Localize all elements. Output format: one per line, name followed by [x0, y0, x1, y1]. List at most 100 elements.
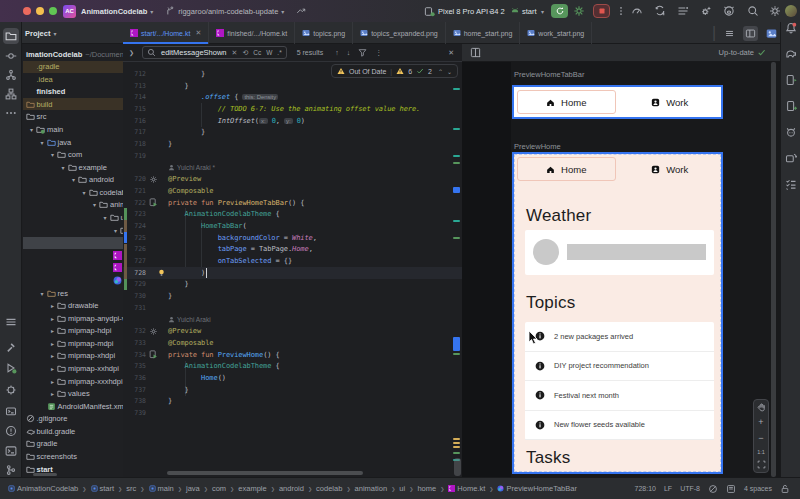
editor-tab[interactable]: home_start.png — [446, 22, 521, 44]
breadcrumb-item[interactable]: java — [186, 484, 200, 493]
search-everywhere-icon[interactable] — [747, 5, 759, 17]
tree-item-finished[interactable]: finished — [23, 86, 123, 98]
tree-item-example[interactable]: ▾example — [62, 161, 124, 173]
tree-item-src[interactable]: src — [23, 111, 123, 123]
structure-list-tool-icon[interactable] — [783, 176, 799, 192]
breadcrumb-item[interactable]: android — [279, 484, 304, 493]
pull-requests-tool-icon[interactable] — [3, 67, 19, 83]
next-issue-icon[interactable]: ⌄ — [447, 68, 452, 75]
preview-mode-icon[interactable] — [470, 47, 481, 58]
editor-tab[interactable]: topics_expanded.png — [353, 22, 446, 44]
preview-settings-gutter-icon[interactable] — [149, 175, 158, 184]
tree-item-main[interactable]: ▾main — [30, 123, 123, 135]
zoom-in-icon[interactable]: + — [758, 417, 763, 427]
settings-icon[interactable] — [769, 5, 781, 17]
close-tab-icon[interactable]: ✕ — [195, 29, 201, 37]
preview-zoom-controls[interactable]: + − 1:1 — [753, 399, 769, 473]
maximize-window-button[interactable] — [49, 7, 57, 15]
minimize-window-button[interactable] — [36, 7, 44, 15]
logcat-tool-icon[interactable] — [3, 403, 19, 419]
tree-item[interactable] — [107, 262, 123, 274]
search-history-icon[interactable]: ⟲ — [242, 49, 248, 57]
project-tool-icon[interactable] — [3, 28, 19, 44]
editor-vertical-scrollbar[interactable] — [454, 458, 461, 476]
line-ending[interactable]: LF — [664, 485, 672, 492]
tree-item--gradle[interactable]: .gradle — [23, 61, 123, 73]
next-match-icon[interactable]: ↓ — [347, 49, 351, 56]
notifications-icon[interactable] — [783, 20, 799, 36]
tree-item-home[interactable]: ▾home — [114, 224, 123, 236]
filter-icon[interactable] — [358, 48, 367, 57]
breadcrumb-item[interactable]: src — [126, 484, 136, 493]
tree-item-build[interactable]: build — [23, 98, 123, 110]
zoom-reset[interactable]: 1:1 — [757, 449, 765, 455]
tree-item-res[interactable]: ▾res — [41, 287, 124, 299]
tree-item-mipmap-xhdpi[interactable]: ▸mipmap-xhdpi — [51, 350, 123, 362]
breadcrumb-item[interactable]: AnimationCodelab — [8, 484, 78, 493]
apply-changes-button[interactable] — [573, 5, 585, 17]
structure-tool-icon[interactable] — [3, 86, 19, 102]
run-preview-gutter-icon[interactable] — [149, 198, 158, 207]
tree-item[interactable] — [107, 249, 123, 261]
rerun-button[interactable] — [551, 4, 568, 18]
gradle-tool-icon[interactable] — [783, 46, 799, 62]
breadcrumb-item[interactable]: main — [149, 484, 174, 493]
project-panel-header[interactable]: Project▾ — [25, 22, 56, 44]
logcat-icon[interactable] — [677, 5, 689, 17]
breadcrumb-item[interactable]: codelab — [316, 484, 342, 493]
tree-item-mipmap-mdpi[interactable]: ▸mipmap-mdpi — [51, 337, 123, 349]
fit-to-screen-icon[interactable] — [757, 460, 766, 469]
code-editor[interactable]: ❯ editMessageShown ✕ ⟲ Cc W .* 5 results… — [123, 44, 462, 477]
tree-item--gitignore[interactable]: .gitignore — [23, 413, 123, 425]
topic-row[interactable]: 2 new packages arrived — [525, 322, 714, 352]
caret-position[interactable]: 728:10 — [635, 485, 656, 492]
topic-row[interactable]: DIY project recommendation — [525, 352, 714, 382]
inspection-widget[interactable]: Out Of Date | 6 2 ⌃ ⌄ — [331, 64, 458, 78]
intention-bulb-icon[interactable] — [157, 268, 166, 277]
running-devices-tool-icon[interactable] — [783, 72, 799, 88]
stop-button[interactable] — [593, 4, 610, 18]
todo-tool-icon[interactable] — [3, 314, 19, 330]
code-area[interactable]: 712 }713 }714 .offset { this: Density715… — [123, 62, 462, 477]
match-case-toggle[interactable]: Cc — [253, 49, 261, 56]
run-preview-gutter-icon[interactable] — [149, 350, 158, 359]
tree-item-values[interactable]: ▸values — [51, 388, 123, 400]
preview-home-tab-bar[interactable]: Home Work — [512, 85, 723, 119]
tree-item-mipmap-xxxhdpi[interactable]: ▸mipmap-xxxhdpi — [51, 375, 123, 387]
tree-item-animation[interactable]: ▾animation — [93, 199, 123, 211]
editor-tab[interactable]: finished/.../Home.kt — [209, 22, 295, 44]
run-config-selector[interactable]: start — [522, 7, 537, 16]
tree-item-gradle[interactable]: gradle — [23, 438, 123, 450]
breadcrumb-item[interactable]: example — [238, 484, 266, 493]
pan-icon[interactable] — [757, 403, 766, 412]
build-tool-icon[interactable] — [3, 339, 19, 355]
device-selector[interactable]: Pixel 8 Pro API 34 2 — [438, 7, 505, 16]
tree-item-build-gradle[interactable]: build.gradle — [23, 425, 123, 437]
editor-tab[interactable]: topics.png — [295, 22, 353, 44]
app-quality-insights-tool-icon[interactable] — [783, 124, 799, 140]
editor-tab[interactable]: work_start.png — [520, 22, 592, 44]
breadcrumb-item[interactable]: PreviewHomeTabBar — [497, 484, 576, 493]
terminal-tool-icon[interactable] — [3, 443, 19, 459]
prev-issue-icon[interactable]: ⌃ — [438, 68, 443, 75]
more-find-options-icon[interactable]: ⋮ — [375, 49, 382, 57]
close-window-button[interactable] — [23, 7, 31, 15]
tree-item[interactable] — [107, 274, 123, 286]
tree-item-drawable[interactable]: ▸drawable — [51, 300, 123, 312]
list-view-icon[interactable] — [724, 28, 735, 39]
zoom-out-icon[interactable]: − — [758, 433, 763, 443]
breadcrumb-item[interactable]: home — [417, 484, 436, 493]
regex-toggle[interactable]: .* — [277, 49, 281, 56]
tree-item-mipmap-anydpi-v26[interactable]: ▸mipmap-anydpi-v26 — [51, 312, 123, 324]
breadcrumb-item[interactable]: ui — [399, 484, 405, 493]
tree-item-androidmanifest-xml[interactable]: AndroidManifest.xml — [41, 400, 124, 412]
app-inspection-tool-icon[interactable] — [3, 382, 19, 398]
indent-config[interactable]: 4 spaces — [744, 485, 772, 492]
tree-item-imationcodelab[interactable]: imationCodelab~/Documen — [23, 48, 123, 60]
run-tool-icon[interactable] — [3, 360, 19, 376]
tree-item-java[interactable]: ▾java — [41, 136, 124, 148]
highlighting-level-icon[interactable] — [708, 484, 718, 494]
clear-search-icon[interactable]: ✕ — [232, 49, 238, 57]
device-manager-tool-icon[interactable] — [783, 98, 799, 114]
gradle-icon[interactable] — [723, 5, 735, 17]
